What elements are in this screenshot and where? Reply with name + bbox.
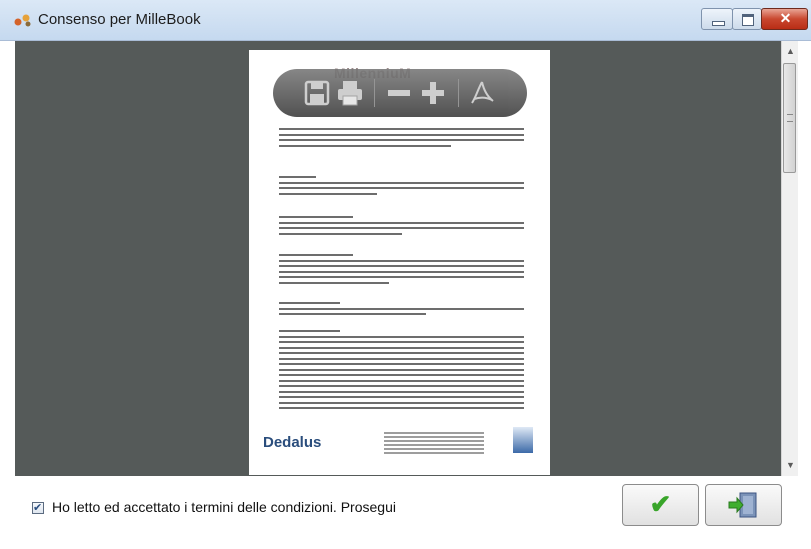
acrobat-icon[interactable] <box>468 79 496 107</box>
confirm-button[interactable]: ✔ <box>622 484 699 526</box>
zoom-in-icon[interactable] <box>419 79 447 107</box>
document-section <box>279 254 524 287</box>
document-section <box>279 302 524 319</box>
document-section <box>279 176 524 198</box>
certification-emblem-icon <box>513 427 533 453</box>
scroll-down-arrow-icon[interactable]: ▼ <box>784 459 797 472</box>
exit-door-icon <box>728 492 757 518</box>
app-icon <box>14 14 31 27</box>
save-icon[interactable] <box>303 79 331 107</box>
close-icon: ✕ <box>779 10 792 26</box>
window-title: Consenso per MilleBook <box>38 11 201 28</box>
toolbar-separator <box>458 79 459 107</box>
minimize-button[interactable] <box>701 8 733 30</box>
vertical-scrollbar[interactable]: ▲ ▼ <box>781 41 798 476</box>
maximize-button[interactable] <box>732 8 762 30</box>
footer-address <box>384 432 484 456</box>
checkmark-icon: ✔ <box>649 489 672 519</box>
pdf-toolbar <box>273 69 527 117</box>
accept-terms-checkbox[interactable] <box>32 501 44 514</box>
title-bar: Consenso per MilleBook ✕ <box>0 0 811 41</box>
print-icon[interactable] <box>336 79 364 107</box>
footer-logo: Dedalus <box>263 434 322 451</box>
close-button[interactable]: ✕ <box>761 8 808 30</box>
document-section <box>279 330 524 413</box>
document-intro-paragraph <box>279 128 524 150</box>
scroll-thumb[interactable] <box>783 63 796 173</box>
exit-button[interactable] <box>705 484 782 526</box>
zoom-out-icon[interactable] <box>385 79 413 107</box>
document-section <box>279 216 524 238</box>
toolbar-separator <box>374 79 375 107</box>
accept-terms-label[interactable]: Ho letto ed accettato i termini delle co… <box>52 499 396 515</box>
scroll-up-arrow-icon[interactable]: ▲ <box>784 45 797 58</box>
